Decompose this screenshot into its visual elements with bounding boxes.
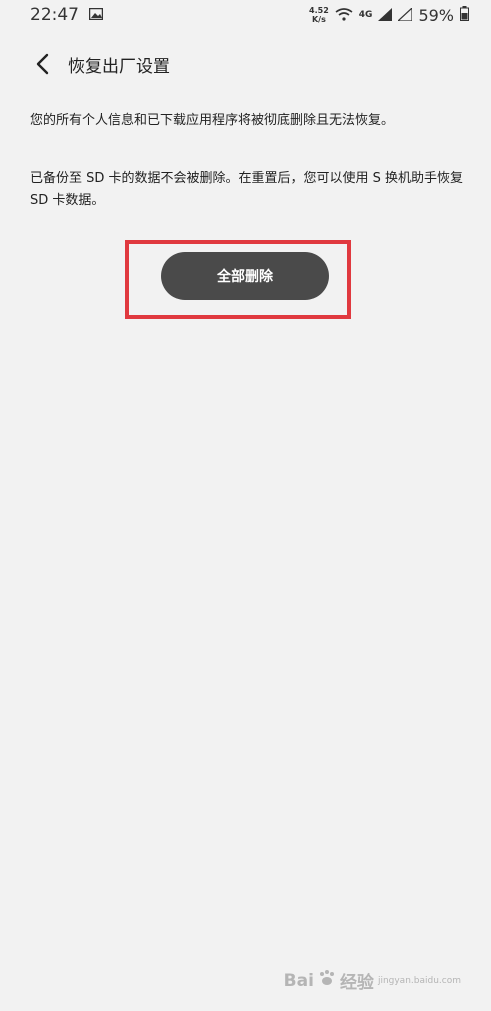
watermark-brand: Bai: [283, 970, 314, 991]
sd-card-note: 已备份至 SD 卡的数据不会被删除。在重置后，您可以使用 S 换机助手恢复 SD…: [30, 171, 464, 208]
image-notification-icon: [88, 5, 104, 25]
app-bar: 恢复出厂设置: [0, 44, 491, 84]
status-bar: 22:47 4.52 K/s 4G 59%: [0, 0, 491, 30]
paw-icon: [318, 969, 336, 992]
watermark-suffix: 经验: [339, 973, 374, 993]
watermark-domain: jingyan.baidu.com: [377, 975, 461, 986]
battery-percent: 59%: [418, 5, 454, 25]
battery-icon: [460, 5, 469, 25]
back-button[interactable]: [22, 44, 62, 84]
status-right: 4.52 K/s 4G 59%: [309, 5, 469, 25]
signal-icon: [378, 6, 393, 25]
warning-text: 您的所有个人信息和已下载应用程序将被彻底删除且无法恢复。: [30, 113, 395, 128]
baidu-watermark: Bai 经验 jingyan.baidu.com: [284, 968, 461, 993]
network-speed: 4.52 K/s: [309, 6, 329, 24]
network-type-label: 4G: [358, 10, 373, 20]
signal-icon-2: [396, 6, 414, 25]
delete-all-button[interactable]: 全部删除: [161, 252, 329, 300]
page-title: 恢复出厂设置: [68, 56, 170, 77]
clock: 22:47: [30, 5, 79, 25]
back-arrow-icon: [36, 53, 49, 75]
wifi-icon: [335, 6, 353, 25]
status-left: 22:47: [30, 5, 104, 25]
